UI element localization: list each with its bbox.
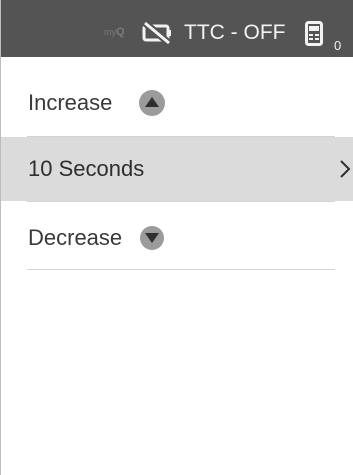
time-setting-item[interactable]: 10 Seconds [1,137,353,201]
status-bar: myQ TTC - OFF 0 [1,0,353,57]
device-icon [305,21,323,46]
divider [27,269,335,270]
screen: myQ TTC - OFF 0 Increase 10 Seconds Decr… [0,0,353,475]
arrow-down-circle-icon [140,226,164,250]
increase-button[interactable]: Increase [1,68,353,136]
decrease-button[interactable]: Decrease [1,202,353,270]
brand-prefix: my [104,27,116,37]
brand-suffix: Q [116,26,125,38]
decrease-label: Decrease [28,225,123,250]
battery-off-icon [142,20,172,46]
ttc-status: TTC - OFF [184,21,286,44]
brand-logo: myQ [104,26,125,39]
arrow-up-circle-icon [139,90,165,116]
time-setting-label: 10 Seconds [28,156,145,181]
increase-label: Increase [28,90,113,115]
chevron-right-icon [340,160,351,178]
device-count: 0 [334,38,342,53]
